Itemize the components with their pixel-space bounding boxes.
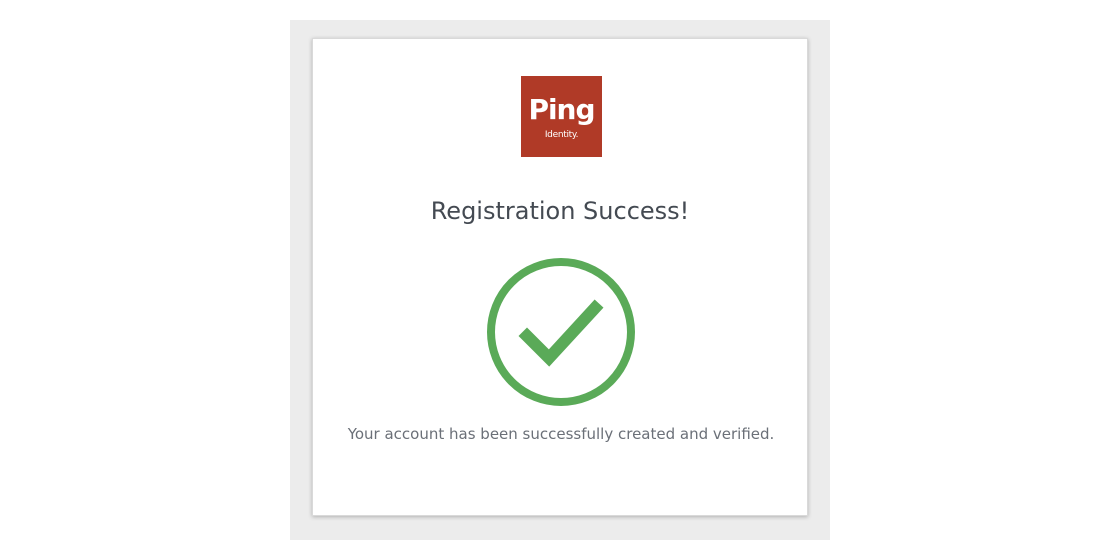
page-frame: Ping Identity. Registration Success! You…: [290, 20, 830, 540]
logo-subtext: Identity.: [544, 130, 579, 140]
logo-wordmark: Ping: [528, 93, 595, 126]
ping-identity-logo: Ping Identity.: [521, 76, 602, 157]
registration-card: Ping Identity. Registration Success! You…: [312, 38, 808, 516]
page-title: Registration Success!: [430, 197, 690, 225]
success-message: Your account has been successfully creat…: [347, 425, 775, 443]
check-circle-icon: [487, 258, 635, 406]
